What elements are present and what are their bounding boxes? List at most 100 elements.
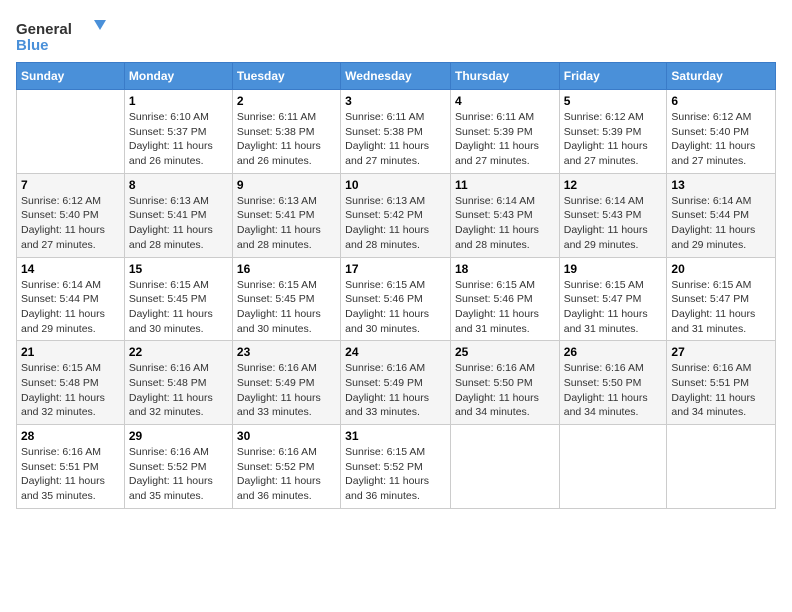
calendar-cell: 4 Sunrise: 6:11 AMSunset: 5:39 PMDayligh… [450,90,559,174]
header-sunday: Sunday [17,63,125,90]
day-number: 14 [21,262,120,276]
cell-info: Sunrise: 6:13 AMSunset: 5:42 PMDaylight:… [345,195,429,251]
calendar-cell: 18 Sunrise: 6:15 AMSunset: 5:46 PMDaylig… [450,257,559,341]
calendar-cell: 24 Sunrise: 6:16 AMSunset: 5:49 PMDaylig… [341,341,451,425]
cell-info: Sunrise: 6:15 AMSunset: 5:45 PMDaylight:… [129,279,213,335]
calendar-cell: 7 Sunrise: 6:12 AMSunset: 5:40 PMDayligh… [17,173,125,257]
calendar-cell: 5 Sunrise: 6:12 AMSunset: 5:39 PMDayligh… [559,90,667,174]
cell-info: Sunrise: 6:16 AMSunset: 5:51 PMDaylight:… [21,446,105,502]
calendar-header-row: SundayMondayTuesdayWednesdayThursdayFrid… [17,63,776,90]
cell-info: Sunrise: 6:16 AMSunset: 5:50 PMDaylight:… [455,362,539,418]
cell-info: Sunrise: 6:15 AMSunset: 5:45 PMDaylight:… [237,279,321,335]
cell-info: Sunrise: 6:12 AMSunset: 5:39 PMDaylight:… [564,111,648,167]
cell-info: Sunrise: 6:11 AMSunset: 5:39 PMDaylight:… [455,111,539,167]
cell-info: Sunrise: 6:14 AMSunset: 5:44 PMDaylight:… [671,195,755,251]
calendar-cell: 20 Sunrise: 6:15 AMSunset: 5:47 PMDaylig… [667,257,776,341]
calendar-cell: 27 Sunrise: 6:16 AMSunset: 5:51 PMDaylig… [667,341,776,425]
day-number: 12 [564,178,663,192]
cell-info: Sunrise: 6:14 AMSunset: 5:43 PMDaylight:… [455,195,539,251]
calendar-cell: 8 Sunrise: 6:13 AMSunset: 5:41 PMDayligh… [124,173,232,257]
cell-info: Sunrise: 6:16 AMSunset: 5:50 PMDaylight:… [564,362,648,418]
day-number: 16 [237,262,336,276]
day-number: 28 [21,429,120,443]
header-tuesday: Tuesday [232,63,340,90]
day-number: 18 [455,262,555,276]
calendar-cell: 26 Sunrise: 6:16 AMSunset: 5:50 PMDaylig… [559,341,667,425]
week-row-5: 28 Sunrise: 6:16 AMSunset: 5:51 PMDaylig… [17,425,776,509]
cell-info: Sunrise: 6:14 AMSunset: 5:43 PMDaylight:… [564,195,648,251]
calendar-cell [450,425,559,509]
header-friday: Friday [559,63,667,90]
day-number: 6 [671,94,771,108]
calendar-cell: 22 Sunrise: 6:16 AMSunset: 5:48 PMDaylig… [124,341,232,425]
calendar-cell: 2 Sunrise: 6:11 AMSunset: 5:38 PMDayligh… [232,90,340,174]
calendar-cell: 14 Sunrise: 6:14 AMSunset: 5:44 PMDaylig… [17,257,125,341]
cell-info: Sunrise: 6:11 AMSunset: 5:38 PMDaylight:… [345,111,429,167]
cell-info: Sunrise: 6:16 AMSunset: 5:49 PMDaylight:… [345,362,429,418]
day-number: 29 [129,429,228,443]
calendar-cell: 28 Sunrise: 6:16 AMSunset: 5:51 PMDaylig… [17,425,125,509]
day-number: 1 [129,94,228,108]
cell-info: Sunrise: 6:16 AMSunset: 5:52 PMDaylight:… [129,446,213,502]
calendar-cell: 16 Sunrise: 6:15 AMSunset: 5:45 PMDaylig… [232,257,340,341]
calendar-cell: 29 Sunrise: 6:16 AMSunset: 5:52 PMDaylig… [124,425,232,509]
day-number: 11 [455,178,555,192]
page-header: General Blue [16,16,776,54]
cell-info: Sunrise: 6:15 AMSunset: 5:47 PMDaylight:… [564,279,648,335]
day-number: 10 [345,178,446,192]
cell-info: Sunrise: 6:15 AMSunset: 5:46 PMDaylight:… [345,279,429,335]
cell-info: Sunrise: 6:15 AMSunset: 5:47 PMDaylight:… [671,279,755,335]
svg-text:Blue: Blue [16,37,49,54]
calendar-cell: 23 Sunrise: 6:16 AMSunset: 5:49 PMDaylig… [232,341,340,425]
cell-info: Sunrise: 6:16 AMSunset: 5:51 PMDaylight:… [671,362,755,418]
week-row-2: 7 Sunrise: 6:12 AMSunset: 5:40 PMDayligh… [17,173,776,257]
cell-info: Sunrise: 6:16 AMSunset: 5:49 PMDaylight:… [237,362,321,418]
calendar-cell: 13 Sunrise: 6:14 AMSunset: 5:44 PMDaylig… [667,173,776,257]
day-number: 25 [455,345,555,359]
calendar-cell: 12 Sunrise: 6:14 AMSunset: 5:43 PMDaylig… [559,173,667,257]
cell-info: Sunrise: 6:15 AMSunset: 5:48 PMDaylight:… [21,362,105,418]
svg-text:General: General [16,21,72,38]
cell-info: Sunrise: 6:15 AMSunset: 5:46 PMDaylight:… [455,279,539,335]
calendar-cell [667,425,776,509]
calendar-cell: 17 Sunrise: 6:15 AMSunset: 5:46 PMDaylig… [341,257,451,341]
calendar-table: SundayMondayTuesdayWednesdayThursdayFrid… [16,62,776,509]
day-number: 22 [129,345,228,359]
day-number: 3 [345,94,446,108]
cell-info: Sunrise: 6:16 AMSunset: 5:52 PMDaylight:… [237,446,321,502]
calendar-cell: 6 Sunrise: 6:12 AMSunset: 5:40 PMDayligh… [667,90,776,174]
day-number: 23 [237,345,336,359]
day-number: 2 [237,94,336,108]
calendar-cell: 11 Sunrise: 6:14 AMSunset: 5:43 PMDaylig… [450,173,559,257]
day-number: 5 [564,94,663,108]
cell-info: Sunrise: 6:13 AMSunset: 5:41 PMDaylight:… [237,195,321,251]
calendar-cell: 19 Sunrise: 6:15 AMSunset: 5:47 PMDaylig… [559,257,667,341]
week-row-3: 14 Sunrise: 6:14 AMSunset: 5:44 PMDaylig… [17,257,776,341]
header-monday: Monday [124,63,232,90]
week-row-1: 1 Sunrise: 6:10 AMSunset: 5:37 PMDayligh… [17,90,776,174]
cell-info: Sunrise: 6:12 AMSunset: 5:40 PMDaylight:… [671,111,755,167]
logo: General Blue [16,16,106,54]
day-number: 8 [129,178,228,192]
cell-info: Sunrise: 6:16 AMSunset: 5:48 PMDaylight:… [129,362,213,418]
header-wednesday: Wednesday [341,63,451,90]
calendar-cell: 31 Sunrise: 6:15 AMSunset: 5:52 PMDaylig… [341,425,451,509]
day-number: 4 [455,94,555,108]
day-number: 21 [21,345,120,359]
day-number: 31 [345,429,446,443]
calendar-cell: 25 Sunrise: 6:16 AMSunset: 5:50 PMDaylig… [450,341,559,425]
header-saturday: Saturday [667,63,776,90]
calendar-cell: 1 Sunrise: 6:10 AMSunset: 5:37 PMDayligh… [124,90,232,174]
header-thursday: Thursday [450,63,559,90]
calendar-cell: 10 Sunrise: 6:13 AMSunset: 5:42 PMDaylig… [341,173,451,257]
calendar-cell: 30 Sunrise: 6:16 AMSunset: 5:52 PMDaylig… [232,425,340,509]
day-number: 24 [345,345,446,359]
day-number: 26 [564,345,663,359]
day-number: 13 [671,178,771,192]
cell-info: Sunrise: 6:14 AMSunset: 5:44 PMDaylight:… [21,279,105,335]
calendar-cell [559,425,667,509]
day-number: 15 [129,262,228,276]
week-row-4: 21 Sunrise: 6:15 AMSunset: 5:48 PMDaylig… [17,341,776,425]
calendar-cell: 3 Sunrise: 6:11 AMSunset: 5:38 PMDayligh… [341,90,451,174]
cell-info: Sunrise: 6:13 AMSunset: 5:41 PMDaylight:… [129,195,213,251]
